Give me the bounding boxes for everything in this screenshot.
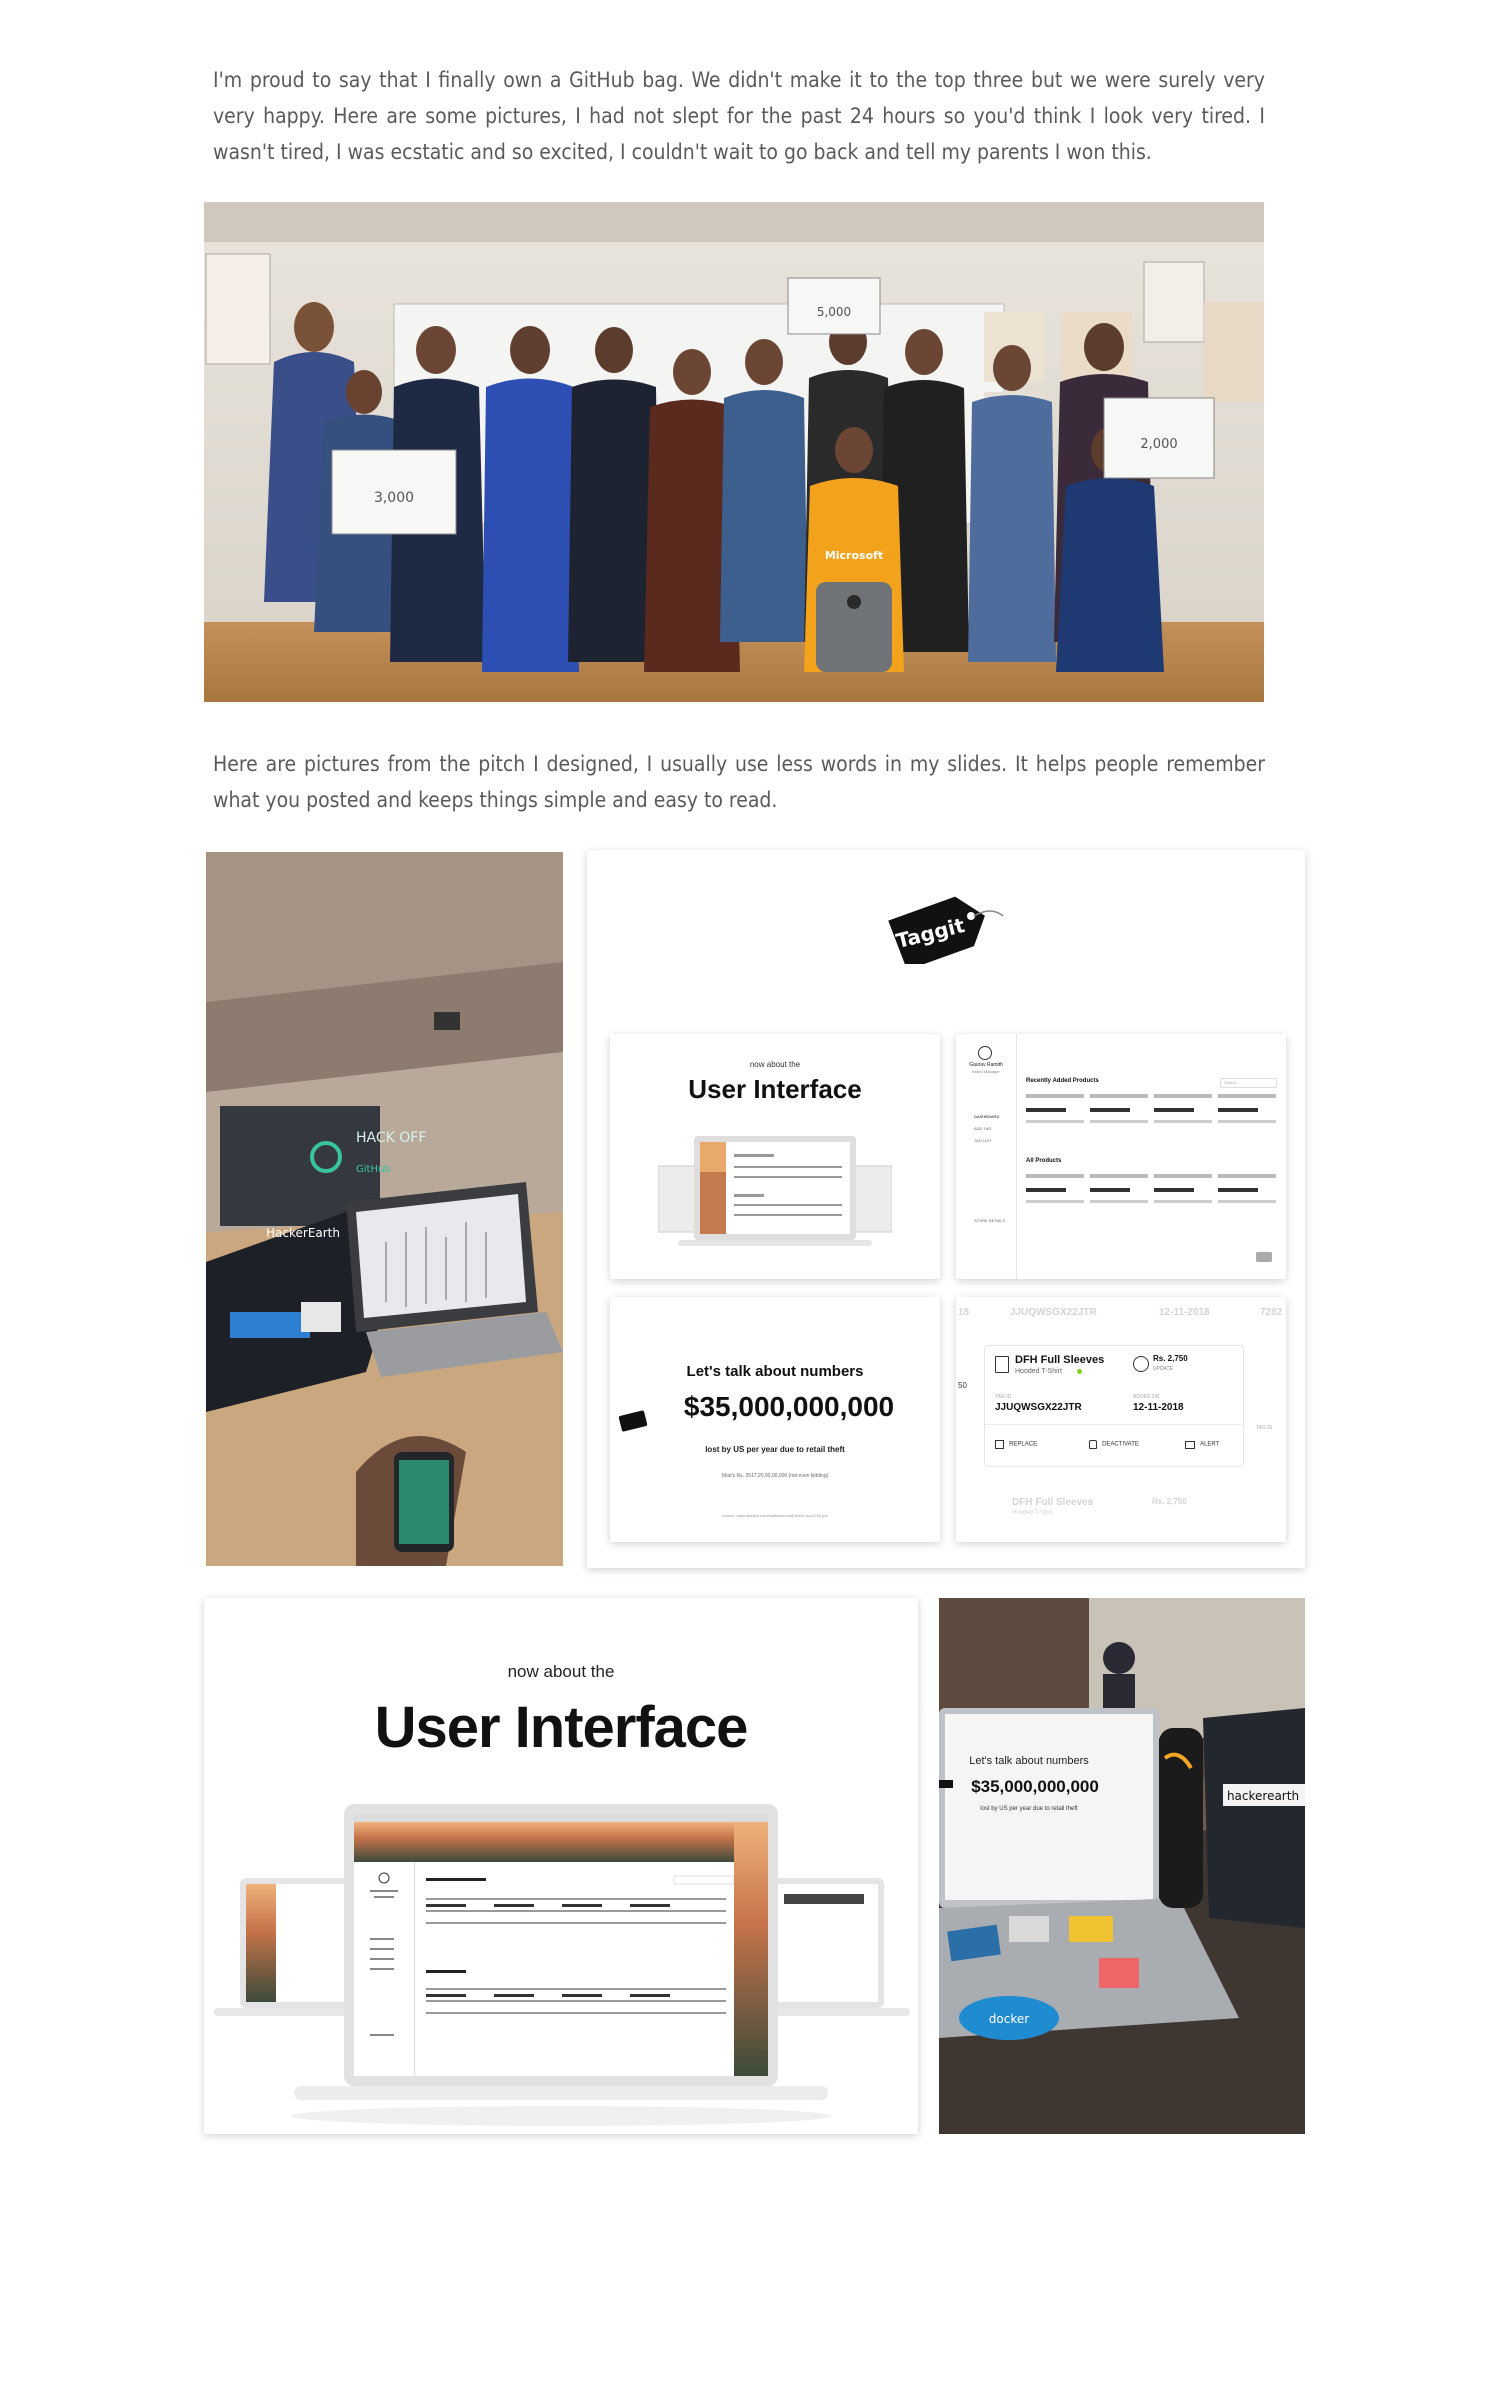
avatar — [978, 1046, 992, 1060]
deactivate-button[interactable]: DEACTIVATE — [1089, 1434, 1139, 1449]
laptop-mockup — [657, 1130, 893, 1260]
product-card-slide: JJUQWSGX22JTR 12-11-2018 18 7282 DFH Ful… — [956, 1297, 1286, 1542]
numbers-caption: lost by US per year due to retail theft — [705, 1445, 845, 1454]
numbers-source: source: www.statista.com/statistics/reta… — [722, 1513, 828, 1518]
product-name: DFH Full Sleeves — [1015, 1354, 1105, 1366]
user-name: Gaurav Ramith — [969, 1062, 1003, 1068]
laptop-mockup-large — [204, 1798, 918, 2134]
replace-icon — [995, 1440, 1004, 1449]
product-type: Hooded T-Shirt — [1015, 1368, 1062, 1375]
event-shirt-text: HackerEarth — [266, 1226, 340, 1240]
section-all: All Products — [1026, 1158, 1062, 1164]
numbers-conversion: (that's Rs. 2517,20,00,00,000 (not even … — [721, 1473, 829, 1479]
group-photo: 3,000 5,000 2,000 Microsoft — [204, 202, 1264, 702]
dashboard-sidebar: Gaurav Ramith Brand Manager DASHBOARD AD… — [956, 1034, 1017, 1279]
screen-amount: $35,000,000,000 — [971, 1777, 1099, 1796]
ui-slide-small: now about the User Interface — [610, 1034, 940, 1279]
pitch-paragraph: Here are pictures from the pitch I desig… — [213, 752, 1265, 812]
laptop-photo-illustration: Let's talk about numbers $35,000,000,000… — [939, 1598, 1305, 2134]
pitch-collage: Taggit now about the User Interface Gaur… — [587, 850, 1305, 1568]
ghost-left-num: 50 — [958, 1381, 967, 1390]
status-dot — [1077, 1369, 1082, 1374]
ui-large-kicker: now about the — [507, 1662, 615, 1681]
user-role: Brand Manager — [972, 1069, 1000, 1074]
certificate-amount-3000: 3,000 — [374, 490, 414, 506]
laptop-photo: Let's talk about numbers $35,000,000,000… — [939, 1598, 1305, 2134]
tag-id-label: TAG ID — [995, 1394, 1012, 1400]
group-photo-illustration: 3,000 5,000 2,000 Microsoft — [204, 202, 1264, 702]
photo-shirt-text: hackerearth — [1227, 1789, 1299, 1803]
certificate: 3,000 — [331, 449, 457, 535]
numbers-title: Let's talk about numbers — [686, 1363, 864, 1380]
intro-paragraph: I'm proud to say that I finally own a Gi… — [213, 68, 1265, 164]
ghost-added: 12-11-2018 — [1159, 1307, 1210, 1318]
ghost-price: Rs. 2,750 — [1152, 1497, 1187, 1506]
certificate-amount-5000: 5,000 — [817, 305, 851, 319]
ghost-product-name: DFH Full Sleeves — [1012, 1497, 1094, 1508]
ui-slide-title: User Interface — [688, 1074, 862, 1104]
sidebar-item-add-tag[interactable]: ADD TAG — [974, 1126, 991, 1131]
added-on-value: 12-11-2018 — [1133, 1402, 1184, 1413]
replace-label: REPLACE — [1009, 1441, 1038, 1448]
ghost-right-label: TAG ID — [1256, 1425, 1273, 1431]
certificate: 5,000 — [787, 277, 881, 335]
numbers-amount: $35,000,000,000 — [683, 1391, 895, 1422]
card-divider — [985, 1424, 1243, 1425]
product-price: Rs. 2,750 — [1153, 1354, 1188, 1363]
ghost-left-tag: 18 — [958, 1307, 970, 1318]
section-recent: Recently Added Products — [1026, 1078, 1099, 1084]
lock-icon — [1089, 1440, 1097, 1449]
sidebar-item-dashboard[interactable]: DASHBOARD — [974, 1114, 999, 1119]
screen-caption: lost by US per year due to retail theft — [980, 1806, 1078, 1812]
alert-label: ALERT — [1200, 1441, 1220, 1448]
taggit-mini-icon — [1256, 1252, 1272, 1262]
alert-button[interactable]: ALERT — [1185, 1434, 1219, 1449]
product-status: UPDATE — [1153, 1366, 1173, 1372]
ui-slide-kicker: now about the — [749, 1060, 801, 1069]
ghost-right-id: 7282 — [1260, 1307, 1283, 1318]
added-on-label: ADDED ON — [1133, 1394, 1160, 1400]
replace-button[interactable]: REPLACE — [995, 1434, 1037, 1449]
docker-sticker: docker — [989, 2012, 1029, 2026]
event-photo-illustration: HACK OFF GitHub HackerEarth — [206, 852, 563, 1566]
search-input[interactable]: Search — [1220, 1078, 1277, 1088]
numbers-slide: Let's talk about numbers $35,000,000,000… — [610, 1297, 940, 1542]
product-card[interactable]: DFH Full Sleeves Hooded T-Shirt Rs. 2,75… — [984, 1345, 1244, 1467]
certificate: 2,000 — [1103, 397, 1215, 479]
event-banner-title: HACK OFF — [356, 1130, 426, 1146]
certificate-amount-2000: 2,000 — [1140, 437, 1177, 452]
event-photo: HACK OFF GitHub HackerEarth — [206, 852, 563, 1566]
dashboard-slide: Gaurav Ramith Brand Manager DASHBOARD AD… — [956, 1034, 1286, 1279]
sidebar-item-tag-list[interactable]: TAG LIST — [974, 1138, 991, 1143]
ghost-product-type: Hooded T-Shirt — [1012, 1510, 1053, 1516]
shirt-text: Microsoft — [825, 549, 883, 562]
ui-slide-large: now about the User Interface — [204, 1598, 918, 2134]
ghost-tag-id: JJUQWSGX22JTR — [1010, 1307, 1097, 1318]
screen-title: Let's talk about numbers — [969, 1755, 1089, 1767]
taggit-logo: Taggit — [879, 894, 1009, 971]
document-icon — [995, 1356, 1009, 1373]
megaphone-icon — [1185, 1440, 1195, 1449]
currency-icon — [1133, 1356, 1149, 1372]
tag-id-value: JJUQWSGX22JTR — [995, 1402, 1082, 1413]
event-banner-sub: GitHub — [356, 1164, 391, 1175]
deactivate-label: DEACTIVATE — [1102, 1441, 1139, 1448]
ui-large-title: User Interface — [374, 1695, 749, 1760]
sidebar-item-store-details[interactable]: STORE DETAILS — [974, 1218, 1005, 1223]
